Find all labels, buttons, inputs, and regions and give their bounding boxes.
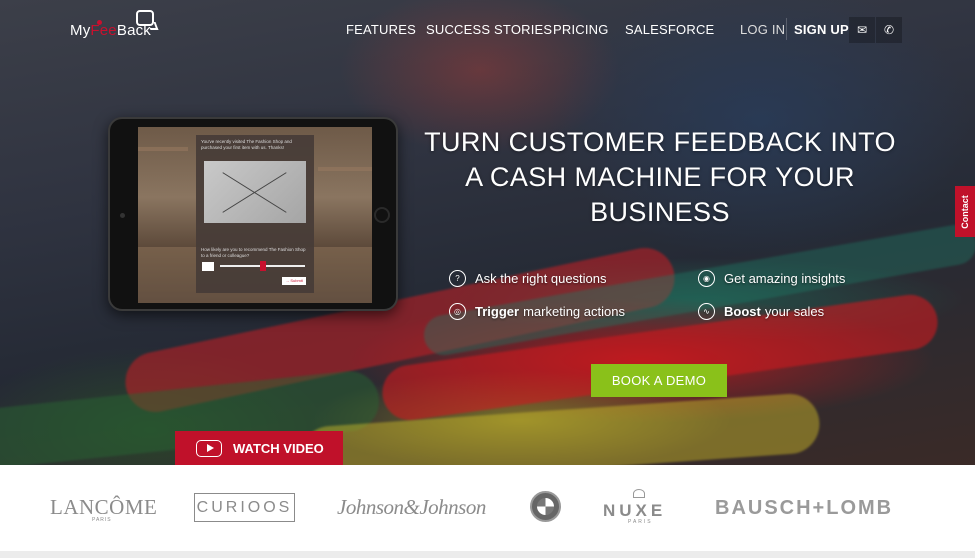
feature-insights: ◉ Get amazing insights [698,270,845,287]
tablet-screen: You've recently visited The Fashion Shop… [138,127,372,303]
target-icon: ◎ [449,303,466,320]
curioos-logo: CURIOOS [194,493,295,522]
feature-bold: Trigger [475,304,520,319]
feature-ask-questions: ? Ask the right questions [449,270,607,287]
nuxe-logo: NUXE [603,501,667,520]
nav-salesforce[interactable]: SALESFORCE [625,22,714,37]
nav-divider [786,18,787,40]
survey-image [204,161,306,223]
myfeelback-logo[interactable]: MyFeeBack [70,10,170,46]
nav-signup[interactable]: SIGN UP [794,22,849,37]
feature-text: marketing actions [523,304,625,319]
survey-score-box [202,262,214,271]
nav-pricing[interactable]: PRICING [553,22,609,37]
feature-trigger-marketing: ◎ Trigger marketing actions [449,303,625,320]
nav-features[interactable]: FEATURES [346,22,416,37]
bmw-logo [530,491,561,522]
phone-icon[interactable]: ✆ [876,17,902,43]
watch-video-button[interactable]: WATCH VIDEO [175,431,343,465]
survey-submit: → Submit [282,277,306,285]
nav-success-stories[interactable]: SUCCESS STORIES [426,22,552,37]
tablet-mockup: You've recently visited The Fashion Shop… [108,117,398,311]
chart-icon: ∿ [698,303,715,320]
logo-dot [97,20,102,25]
survey-slider-knob [260,261,266,271]
shelf [138,147,188,151]
feature-bold: Boost [724,304,761,319]
watch-video-label: WATCH VIDEO [233,440,324,456]
question-icon: ? [449,270,466,287]
play-icon [196,439,222,457]
survey-question: How likely are you to recommend The Fash… [201,247,306,258]
client-logos-strip: LANCÔME PARIS CURIOOS Johnson&Johnson NU… [0,465,975,551]
nuxe-sub: PARIS [628,519,653,525]
hero-section: MyFeeBack FEATURES SUCCESS STORIES PRICI… [0,0,975,465]
contact-tab[interactable]: Contact [955,186,975,237]
feature-text: Ask the right questions [475,271,607,286]
feature-boost-sales: ∿ Boost your sales [698,303,824,320]
bottom-bar [0,551,975,558]
eye-icon: ◉ [698,270,715,287]
lancome-sub: PARIS [92,517,112,523]
feature-text: Get amazing insights [724,271,846,286]
survey-slider [220,261,305,271]
book-demo-button[interactable]: BOOK A DEMO [591,364,727,397]
nuxe-leaf-icon [633,489,645,498]
speech-bubble-icon [136,10,154,26]
tablet-camera [120,213,125,218]
bausch-lomb-logo: BAUSCH+LOMB [715,497,894,519]
survey-card: You've recently visited The Fashion Shop… [196,135,314,293]
contact-label: Contact [960,194,970,229]
tablet-home-button [374,207,390,223]
hero-headline: TURN CUSTOMER FEEDBACK INTO A CASH MACHI… [424,127,896,227]
johnson-johnson-logo: Johnson&Johnson [337,495,486,519]
survey-intro: You've recently visited The Fashion Shop… [201,139,292,150]
shelf [318,167,372,171]
mail-icon[interactable]: ✉ [849,17,875,43]
nav-login[interactable]: LOG IN [740,22,785,37]
feature-text: your sales [764,304,825,319]
